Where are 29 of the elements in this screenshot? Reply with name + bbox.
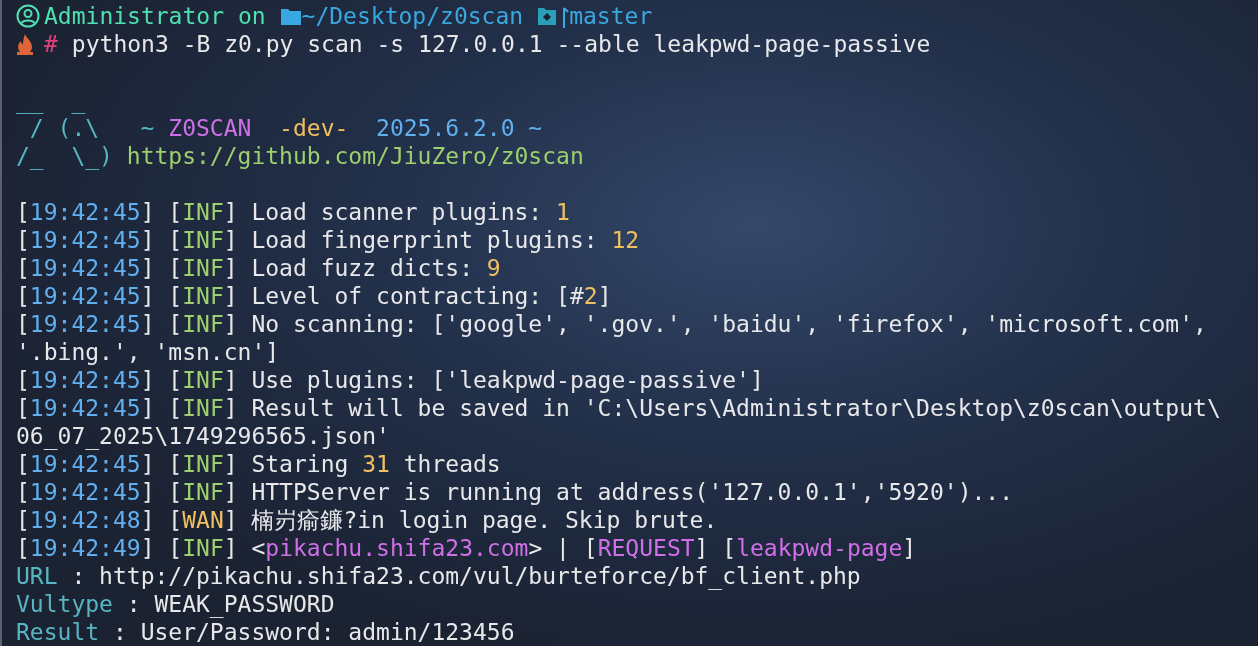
log-line: [19:42:49] [INF] <pikachu.shifa23.com> | [REQUEST] [leakpwd-page] xyxy=(16,534,917,562)
prompt-branch: master xyxy=(569,2,653,30)
log-line: [19:42:45] [INF] Load fuzz dicts: 9 xyxy=(16,254,501,282)
log-line: [19:42:45] [INF] Load scanner plugins: 1 xyxy=(16,198,570,226)
log-line: 06_07_2025\1749296565.json' xyxy=(16,422,390,450)
log-line: [19:42:45] [INF] Load fingerprint plugins: 12 xyxy=(16,226,640,254)
log-line: [19:42:45] [INF] Use plugins: ['leakpwd-page-passive'] xyxy=(16,366,764,394)
log-line: [19:42:45] [INF] HTTPServer is running at address('127.0.0.1','5920')... xyxy=(16,478,1014,506)
flame-icon xyxy=(16,33,34,55)
log-line: [19:42:48] [WAN] 楠岃瘉鐮?in login page. Skip brute. xyxy=(16,506,718,534)
log-line: [19:42:45] [INF] Result will be saved in 'C:\Users\Administrator\Desktop\z0scan\output\ xyxy=(16,394,1221,422)
banner-url: /_ \_) https://github.com/JiuZero/z0scan xyxy=(16,142,584,170)
log-line: '.bing.', 'msn.cn'] xyxy=(16,338,280,366)
log-line: [19:42:45] [INF] Staring 31 threads xyxy=(16,450,501,478)
log-line: [19:42:45] [INF] Level of contracting: [#2] xyxy=(16,282,612,310)
user-icon xyxy=(16,4,40,28)
branch-icon xyxy=(561,4,570,28)
prompt-user: Administrator on xyxy=(44,2,266,30)
log-line: [19:42:45] [INF] No scanning: ['google', '.gov.', 'baidu', 'firefox', 'microsoft.com', xyxy=(16,310,1207,338)
prompt-path: ~/Desktop/z0scan xyxy=(301,2,524,30)
result-field: Vultype : WEAK_PASSWORD xyxy=(16,590,335,618)
folder-icon xyxy=(279,6,302,26)
result-field: URL : http://pikachu.shifa23.com/vul/burteforce/bf_client.php xyxy=(16,562,861,590)
result-field: Result : User/Password: admin/123456 xyxy=(16,618,515,646)
git-folder-icon xyxy=(537,6,558,26)
command-text: python3 -B z0.py scan -s 127.0.0.1 --able leakpwd-page-passive xyxy=(71,30,931,58)
ascii-art: __ _ xyxy=(16,86,86,114)
prompt-symbol: # xyxy=(44,30,58,58)
banner-title: / (.\ ~ Z0SCAN -dev- 2025.6.2.0 ~ xyxy=(28,114,543,142)
